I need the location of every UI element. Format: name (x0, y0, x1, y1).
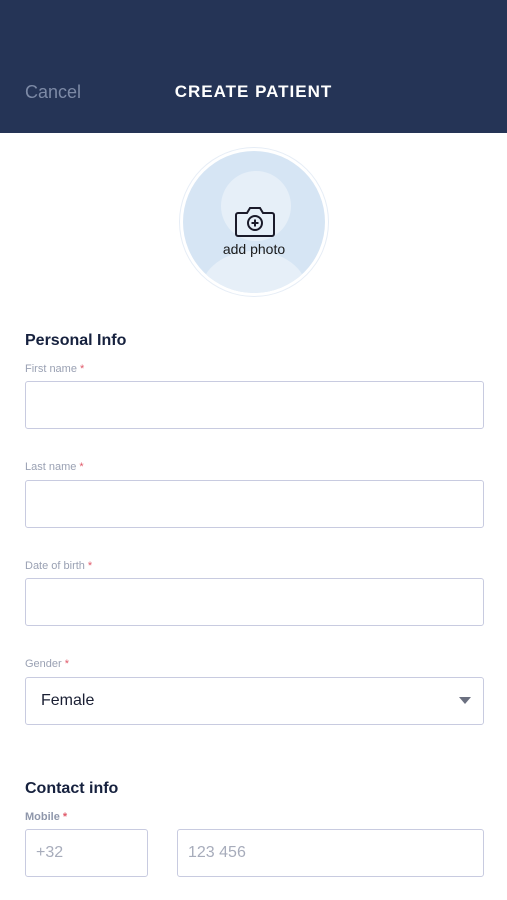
mobile-label: Mobile * (25, 811, 67, 823)
page-title: CREATE PATIENT (174, 82, 333, 101)
add-photo-label: add photo (222, 241, 286, 257)
country-code-field (25, 829, 148, 877)
country-code-input[interactable] (26, 830, 147, 876)
last-name-label-text: Last name (25, 461, 77, 473)
dob-input[interactable] (26, 579, 483, 625)
first-name-label-text: First name (25, 363, 77, 375)
avatar-placeholder: add photo (183, 151, 325, 293)
add-photo-button[interactable]: add photo (180, 148, 328, 296)
mobile-number-input[interactable] (178, 830, 483, 876)
gender-label-text: Gender (25, 658, 62, 670)
last-name-label: Last name * (25, 461, 84, 473)
first-name-field (25, 381, 484, 429)
last-name-input[interactable] (26, 481, 483, 527)
first-name-input[interactable] (26, 382, 483, 428)
required-marker: * (87, 560, 93, 572)
dob-field (25, 578, 484, 626)
personal-info-heading: Personal Info (25, 332, 127, 349)
chevron-down-icon (459, 697, 471, 704)
first-name-label: First name * (25, 363, 84, 375)
contact-info-heading: Contact info (25, 780, 119, 797)
gender-selected-value: Female (41, 692, 95, 709)
required-marker: * (64, 658, 69, 670)
gender-label: Gender * (25, 658, 69, 670)
mobile-label-text: Mobile (25, 811, 60, 823)
dob-label: Date of birth * (25, 560, 92, 572)
required-marker: * (79, 461, 84, 473)
required-marker: * (79, 363, 85, 375)
required-marker: * (62, 811, 68, 823)
last-name-field (25, 480, 484, 528)
dob-label-text: Date of birth (25, 560, 85, 572)
camera-icon (235, 207, 275, 237)
avatar-body-shape (201, 251, 307, 293)
mobile-number-field (177, 829, 484, 877)
gender-select[interactable]: Female (25, 677, 484, 725)
top-bar: Cancel CREATE PATIENT (0, 0, 507, 133)
